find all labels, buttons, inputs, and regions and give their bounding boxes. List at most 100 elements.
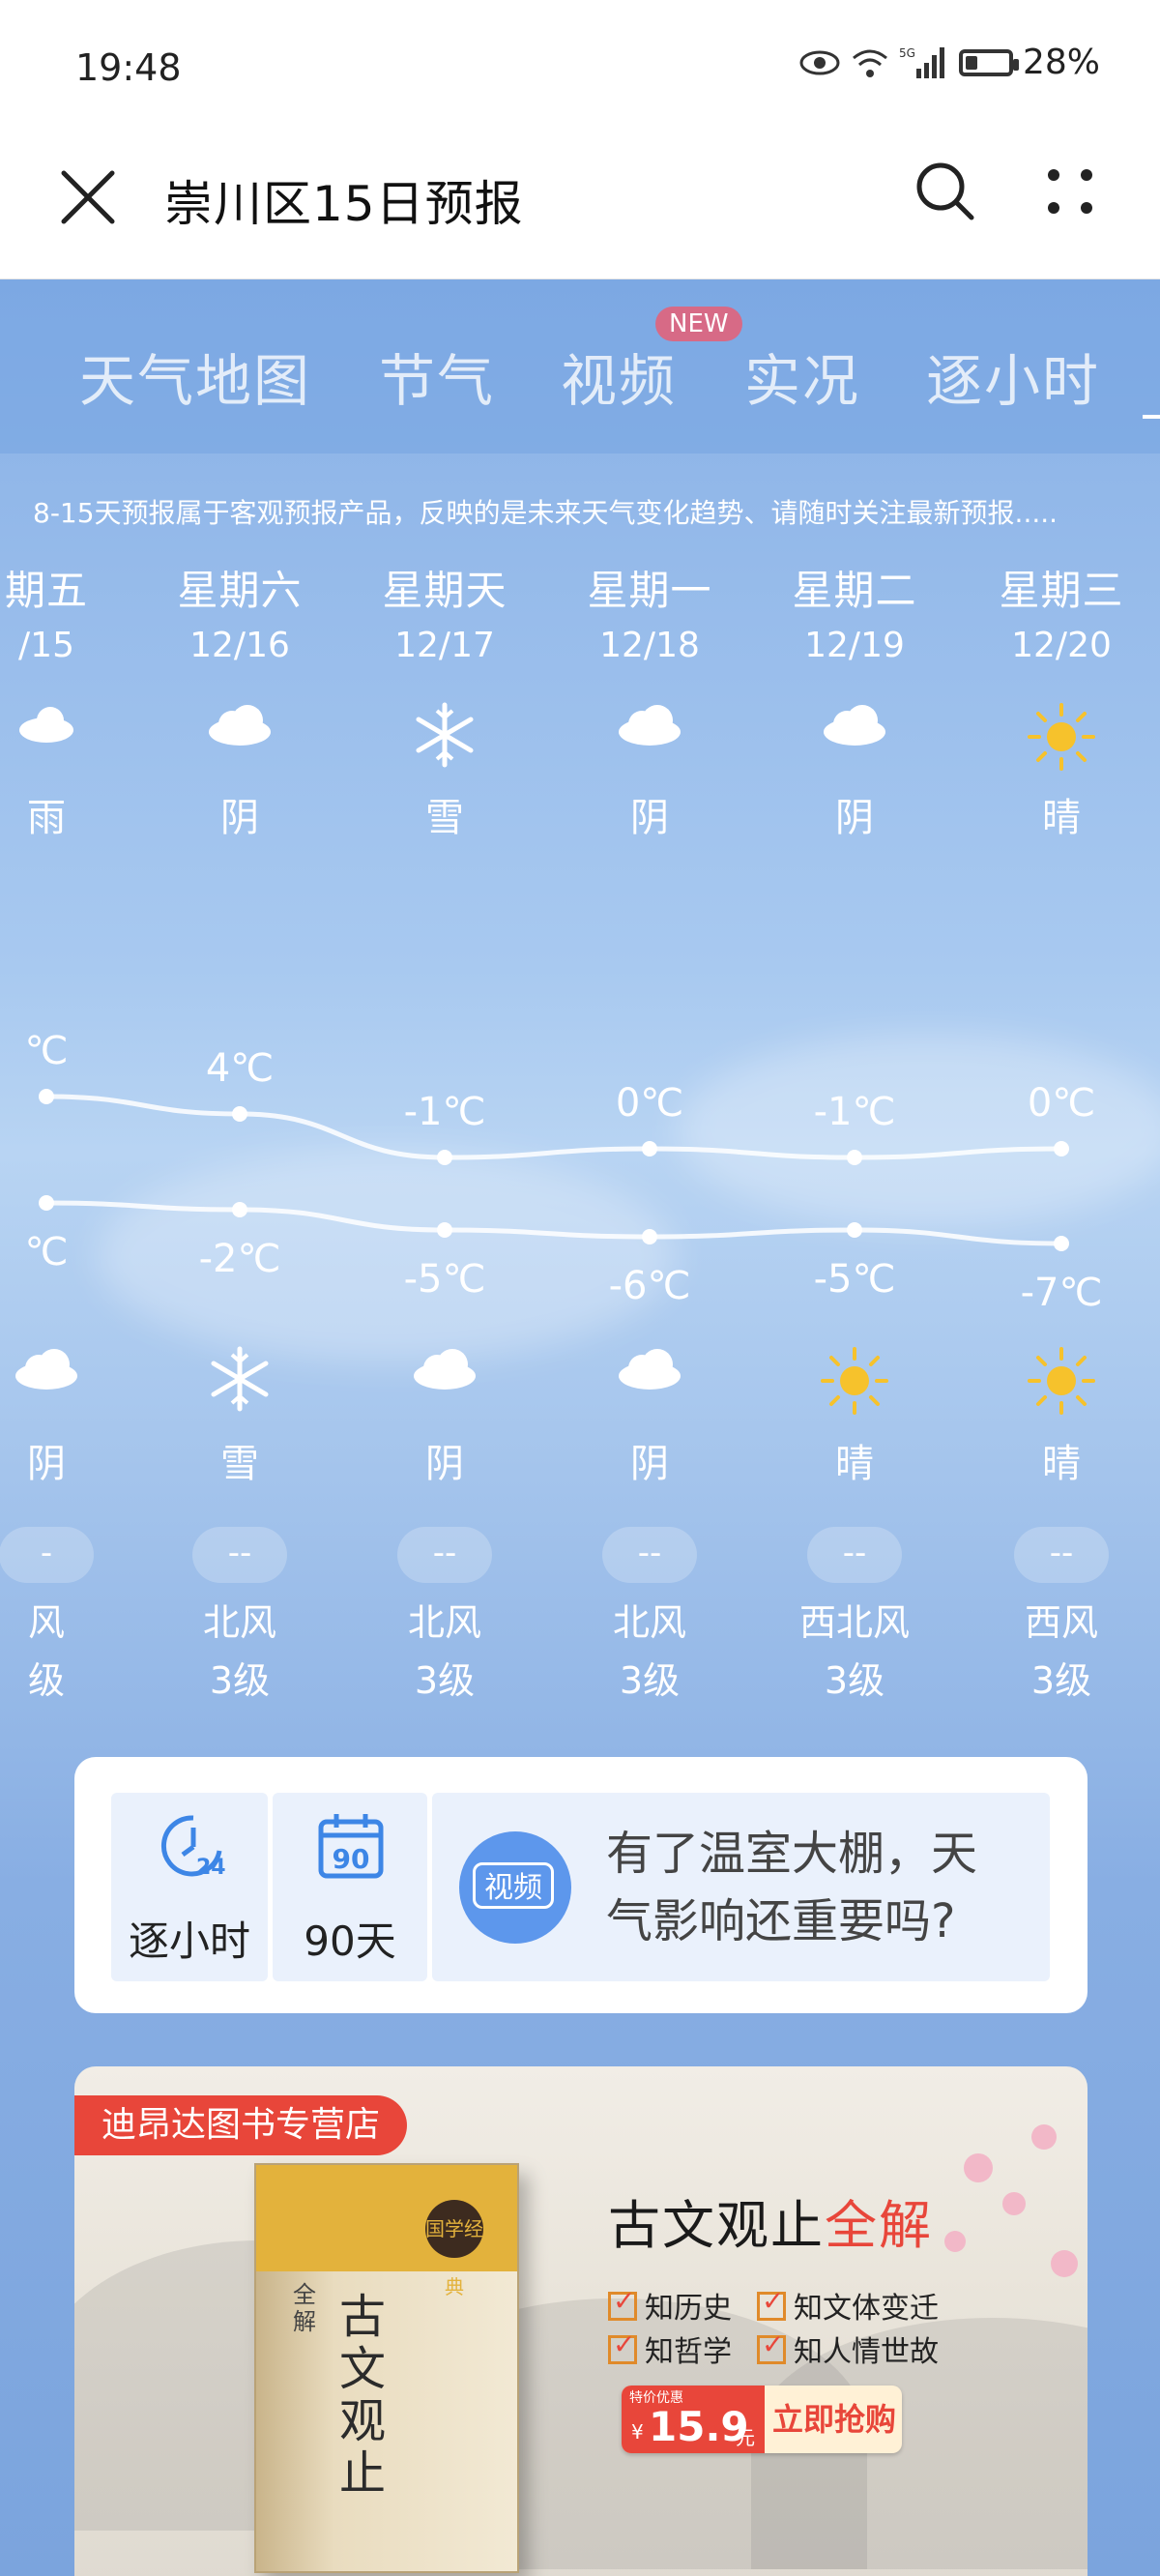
- ad-title-main: 古文观止: [608, 2195, 825, 2256]
- forecast-day-column[interactable]: 星期六 12/16 阴雪 -- 北风 3级: [143, 279, 336, 1730]
- wind-direction-label: 西北风: [798, 1601, 910, 1644]
- feature-item: 知历史: [608, 2284, 732, 2327]
- day-weather-label: 晴: [1042, 796, 1081, 840]
- day-weather-label: 雨: [27, 796, 66, 840]
- date-label: 12/20: [1011, 626, 1112, 665]
- price-value: 15.9: [649, 2403, 749, 2450]
- day-weather-label: 雪: [425, 796, 464, 840]
- sun-icon: [965, 701, 1158, 778]
- aqi-badge: --: [1014, 1527, 1109, 1583]
- cloud-icon: [553, 701, 746, 778]
- close-icon[interactable]: [58, 167, 118, 227]
- video-recommendation[interactable]: 视频 有了温室大棚，天气影响还重要吗?: [432, 1793, 1050, 1981]
- weekday-label: 星期二: [792, 567, 917, 614]
- wind-level-label: 3级: [1030, 1659, 1092, 1702]
- price-box[interactable]: 特价优惠 ¥ 15.9 元 立即抢购: [622, 2386, 902, 2453]
- blossom-decoration: [1051, 2250, 1078, 2277]
- forecast-day-column[interactable]: 星期天 12/17 雪阴 -- 北风 3级: [348, 279, 541, 1730]
- hourly-button[interactable]: 24 逐小时: [111, 1793, 268, 1981]
- battery-icon: [958, 48, 1019, 76]
- night-weather-label: 阴: [630, 1442, 669, 1486]
- wind-level-label: 3级: [414, 1659, 476, 1702]
- battery-fill: [965, 55, 977, 70]
- status-icons: 5G 28%: [798, 43, 1100, 82]
- calendar-90-icon: 90: [318, 1814, 384, 1879]
- book-subtitle: 全解: [293, 2281, 316, 2335]
- calendar-icon-label: 90: [333, 1843, 370, 1875]
- night-weather-label: 阴: [425, 1442, 464, 1486]
- checkbox-icon: [608, 2285, 637, 2321]
- page-title: 崇川区15日预报: [164, 176, 524, 232]
- cloud-icon: [143, 701, 336, 778]
- rain-icon: [0, 701, 143, 778]
- feature-item: 知文体变迁: [757, 2284, 939, 2327]
- forecast-day-column[interactable]: 期五/15 雨阴 - 风级: [0, 279, 143, 1730]
- cloud-icon: [0, 1345, 143, 1422]
- wind-direction-label: 风: [27, 1601, 65, 1644]
- checkbox-icon: [757, 2328, 786, 2364]
- forecast-day-column[interactable]: 星期二 12/19 阴晴 -- 西北风 3级: [758, 279, 951, 1730]
- checkbox-icon: [608, 2328, 637, 2364]
- svg-text:5G: 5G: [899, 46, 915, 60]
- night-weather-label: 晴: [1042, 1442, 1081, 1486]
- snow-icon: [348, 701, 541, 778]
- status-bar: 19:48 5G 28%: [0, 0, 1160, 140]
- wind-level-label: 3级: [619, 1659, 681, 1702]
- weekday-label: 星期六: [177, 567, 303, 614]
- battery-percent: 28%: [1022, 43, 1100, 82]
- more-icon[interactable]: [1042, 163, 1098, 220]
- clock-icon-label: 24: [196, 1856, 226, 1880]
- ad-title: 古文观止全解: [608, 2182, 933, 2259]
- cloud-icon: [553, 1345, 746, 1422]
- store-tag[interactable]: 迪昂达图书专营店: [74, 2095, 408, 2155]
- search-icon[interactable]: [914, 160, 977, 223]
- wind-direction-label: 北风: [407, 1601, 481, 1644]
- feature-label: 知历史: [645, 2292, 732, 2326]
- aqi-badge: --: [397, 1527, 492, 1583]
- forecast-day-column[interactable]: 星期一 12/18 阴阴 -- 北风 3级: [553, 279, 746, 1730]
- sun-icon: [965, 1345, 1158, 1422]
- buy-now-button[interactable]: 立即抢购: [767, 2386, 902, 2453]
- blossom-decoration: [1031, 2124, 1057, 2150]
- wind-level-label: 3级: [209, 1659, 271, 1702]
- forecast-day-column[interactable]: 星期三 12/20 晴晴 -- 西风 3级: [965, 279, 1158, 1730]
- wind-level-label: 3级: [824, 1659, 885, 1702]
- price-currency: ¥: [631, 2420, 644, 2444]
- date-label: 12/16: [189, 626, 290, 665]
- book-logo: 国学经典: [425, 2200, 483, 2298]
- header: 崇川区15日预报: [0, 140, 1160, 279]
- aqi-badge: --: [807, 1527, 902, 1583]
- wind-direction-label: 西风: [1024, 1601, 1098, 1644]
- weekday-label: 星期天: [382, 567, 508, 614]
- feature-label: 知哲学: [645, 2335, 732, 2369]
- night-weather-label: 雪: [220, 1442, 259, 1486]
- video-title: 有了温室大棚，天气影响还重要吗?: [606, 1827, 978, 1948]
- day-weather-label: 阴: [630, 796, 669, 840]
- snow-icon: [143, 1345, 336, 1422]
- feature-label: 知人情世故: [794, 2335, 939, 2369]
- feature-item: 知哲学: [608, 2327, 732, 2370]
- price-tag: 特价优惠 ¥ 15.9 元: [622, 2386, 765, 2453]
- forecast-main: 天气地图 节气 视频 NEW 实况 逐小时 8-15天预报属于客观预报产品，反映…: [0, 279, 1160, 2576]
- weekday-label: 星期一: [587, 567, 712, 614]
- book-title: 古文观止: [338, 2290, 386, 2501]
- price-unit: 元: [736, 2426, 755, 2449]
- date-label: 12/19: [804, 626, 905, 665]
- shortcut-card: 24 逐小时 90 90天 视频 有了温室大棚，天气影响还重要吗?: [74, 1757, 1088, 2013]
- date-label: 12/17: [394, 626, 495, 665]
- signal-icon: 5G: [899, 46, 944, 78]
- clock-24-icon: 24: [160, 1815, 226, 1880]
- feature-label: 知文体变迁: [794, 2292, 939, 2326]
- ad-banner[interactable]: 迪昂达图书专营店 国学经典 全解 古文观止 古文观止全解 知历史 知文体变迁 知…: [74, 2066, 1088, 2576]
- date-label: 12/18: [599, 626, 700, 665]
- wind-direction-label: 北风: [202, 1601, 276, 1644]
- aqi-badge: --: [192, 1527, 287, 1583]
- sun-icon: [758, 1345, 951, 1422]
- ninety-day-button[interactable]: 90 90天: [273, 1793, 427, 1981]
- wind-level-label: 级: [27, 1659, 65, 1702]
- night-weather-label: 阴: [27, 1442, 66, 1486]
- video-badge-label: 视频: [473, 1862, 554, 1909]
- ad-title-highlight: 全解: [825, 2195, 933, 2256]
- checkbox-icon: [757, 2285, 786, 2321]
- night-weather-label: 晴: [835, 1442, 874, 1486]
